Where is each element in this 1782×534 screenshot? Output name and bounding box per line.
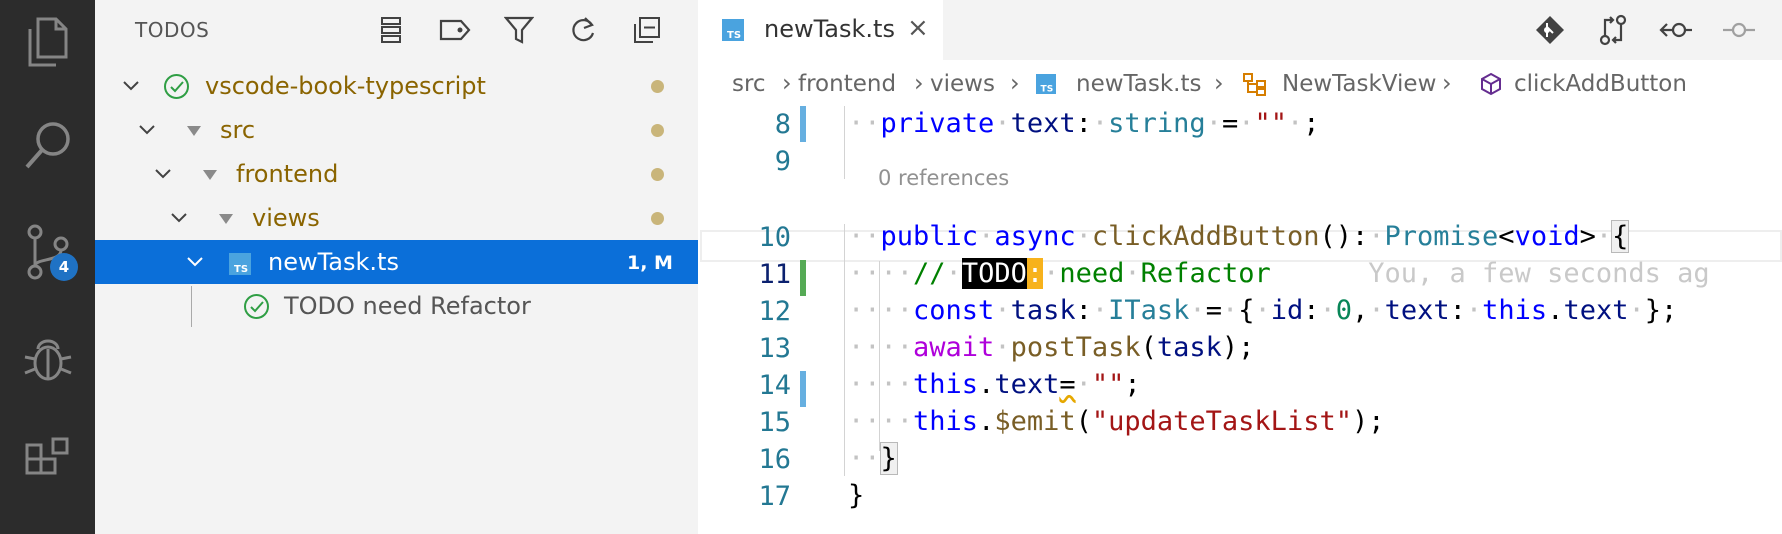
indent-guide: [844, 224, 845, 476]
check-circle-icon: [164, 74, 189, 99]
chevron-right-icon: ›: [914, 69, 924, 97]
method-icon: [1481, 72, 1501, 96]
debug-icon[interactable]: [0, 310, 95, 405]
go-forward-icon[interactable]: [1717, 10, 1761, 50]
activity-bar: 4: [0, 0, 95, 534]
indent-guide: [844, 106, 845, 179]
line-number: 14: [758, 370, 791, 401]
tree-item-label: src: [220, 116, 256, 144]
line-number: 11: [758, 259, 791, 290]
tree-item-src[interactable]: src: [95, 108, 698, 152]
code-line-14: ····this.text=·"";: [848, 369, 1141, 400]
line-number: 16: [758, 444, 791, 475]
tree-item-newtask-ts[interactable]: TS newTask.ts 1, M: [95, 240, 698, 284]
modified-dot: [651, 124, 664, 137]
go-back-icon[interactable]: [1654, 10, 1698, 50]
line-number: 12: [758, 296, 791, 327]
code-line-17: }: [848, 480, 865, 511]
chevron-down-icon: [139, 125, 155, 135]
chevron-down-icon: [187, 257, 203, 267]
typescript-file-icon: TS: [722, 19, 744, 41]
modified-dot: [651, 80, 664, 93]
todos-sidebar: TODOS vscode-book-typescript src fronten…: [95, 0, 698, 534]
tree-item-todo[interactable]: TODO need Refactor: [95, 284, 698, 328]
breadcrumb-item[interactable]: newTask.ts: [1076, 71, 1202, 97]
compare-changes-icon[interactable]: [1591, 10, 1635, 50]
chevron-right-icon: ›: [1442, 69, 1452, 97]
typescript-file-icon: TS: [229, 253, 251, 275]
gutter-modified-marker: [800, 371, 806, 407]
editor: TS newTask.ts × src › frontend › views ›…: [698, 0, 1782, 534]
close-icon[interactable]: ×: [907, 14, 929, 42]
class-icon: [1243, 73, 1266, 96]
svg-text:TS: TS: [234, 264, 248, 275]
line-number: 15: [758, 407, 791, 438]
breadcrumb-item[interactable]: clickAddButton: [1514, 71, 1687, 97]
tree-item-views[interactable]: views: [95, 196, 698, 240]
chevron-right-icon: ›: [782, 69, 792, 97]
search-icon[interactable]: [0, 97, 95, 192]
sidebar-title: TODOS: [135, 18, 210, 42]
problem-status: 1, M: [627, 252, 673, 274]
folder-expanded-icon: [219, 214, 233, 224]
gutter-added-marker: [800, 260, 806, 296]
gutter-modified-marker: [800, 106, 806, 142]
tree-item-label: frontend: [236, 160, 339, 188]
git-blame-annotation: You, a few seconds ag: [1368, 258, 1710, 289]
code-line-8: ··private·text:·string·=·""·;: [848, 108, 1320, 139]
tag-icon[interactable]: [435, 10, 475, 50]
line-number: 17: [758, 481, 791, 512]
tree-item-label: TODO need Refactor: [284, 292, 531, 320]
git-commit-icon[interactable]: [1528, 10, 1572, 50]
extensions-icon[interactable]: [0, 412, 95, 507]
code-line-16: ··}: [848, 442, 898, 475]
tab-newtask-ts[interactable]: TS newTask.ts ×: [698, 0, 943, 60]
collapse-all-icon[interactable]: [627, 10, 667, 50]
tree-item-label: views: [252, 204, 320, 232]
check-circle-icon: [244, 294, 269, 319]
filter-icon[interactable]: [499, 10, 539, 50]
svg-text:TS: TS: [727, 30, 741, 41]
list-icon[interactable]: [371, 10, 411, 50]
codelens-references[interactable]: 0 references: [878, 166, 1009, 190]
breadcrumb-item[interactable]: frontend: [798, 71, 896, 97]
folder-expanded-icon: [187, 126, 201, 136]
line-number: 8: [774, 109, 791, 140]
modified-dot: [651, 168, 664, 181]
source-control-icon[interactable]: [0, 204, 95, 299]
typescript-file-icon: TS: [1036, 74, 1056, 94]
code-line-12: ····const·task:·ITask·=·{·id:·0,·text:·t…: [848, 295, 1678, 326]
code-line-13: ····await·postTask(task);: [848, 332, 1255, 363]
chevron-down-icon: [155, 169, 171, 179]
code-area[interactable]: 8 9 10 11 12 13 14 15 16 17 ··private·te…: [698, 106, 1782, 534]
chevron-down-icon: [171, 213, 187, 223]
breadcrumb: src › frontend › views › TS newTask.ts ›…: [698, 60, 1782, 106]
code-line-15: ····this.$emit("updateTaskList");: [848, 406, 1385, 437]
chevron-down-icon: [123, 81, 139, 91]
modified-dot: [651, 212, 664, 225]
chevron-right-icon: ›: [1214, 69, 1224, 97]
code-line-11: ····//·TODO:·need·Refactor You, a few se…: [848, 258, 1710, 289]
tab-bar: TS newTask.ts ×: [698, 0, 1782, 60]
tree-item-label: newTask.ts: [268, 248, 399, 276]
tree-item-vscode-book-typescript[interactable]: vscode-book-typescript: [95, 64, 698, 108]
tab-label: newTask.ts: [764, 15, 895, 43]
tree-item-frontend[interactable]: frontend: [95, 152, 698, 196]
breadcrumb-item[interactable]: views: [930, 71, 995, 97]
source-control-badge: 4: [50, 253, 78, 281]
svg-text:TS: TS: [1041, 84, 1054, 94]
line-number: 9: [774, 146, 791, 177]
line-number: 13: [758, 333, 791, 364]
refresh-icon[interactable]: [563, 10, 603, 50]
breadcrumb-item[interactable]: src: [732, 71, 766, 97]
line-number: 10: [758, 222, 791, 253]
chevron-right-icon: ›: [1010, 69, 1020, 97]
breadcrumb-item[interactable]: NewTaskView: [1282, 71, 1436, 97]
tree-item-label: vscode-book-typescript: [205, 72, 486, 100]
files-icon[interactable]: [0, 0, 95, 89]
code-line-10: ··public·async·clickAddButton():·Promise…: [848, 220, 1630, 253]
folder-expanded-icon: [203, 170, 217, 180]
